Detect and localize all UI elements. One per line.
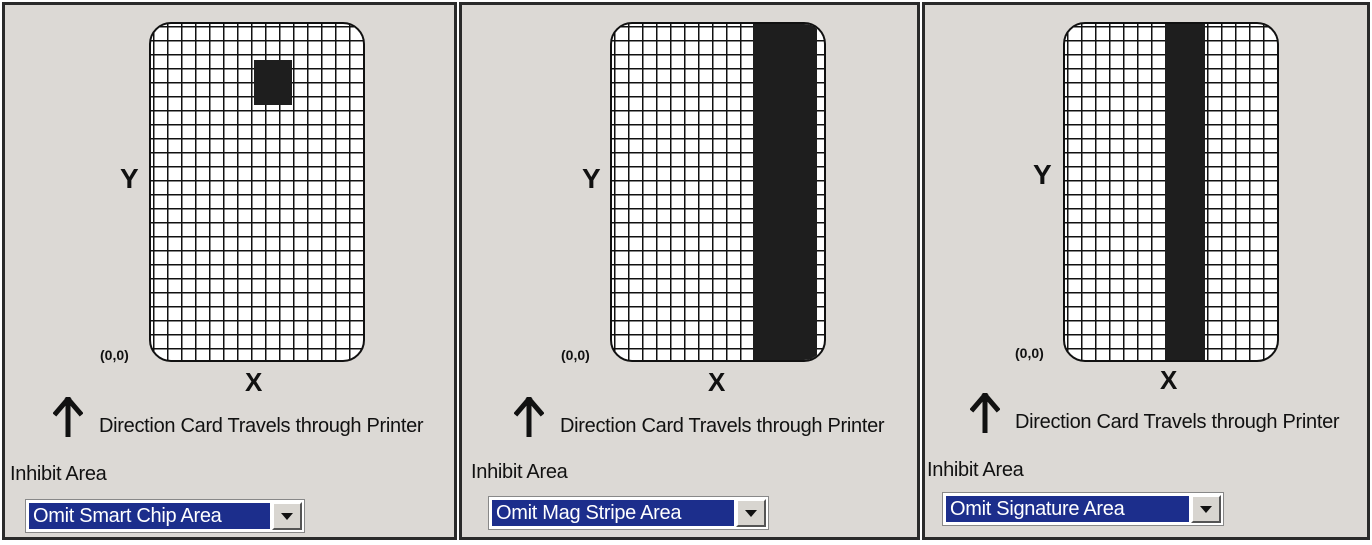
dropdown-arrow-icon — [745, 509, 757, 517]
origin-label: (0,0) — [1015, 345, 1044, 361]
dropdown-button[interactable] — [272, 502, 302, 530]
y-axis-label: Y — [1033, 159, 1052, 190]
dropdown-arrow-icon — [1200, 505, 1212, 513]
inhibit-area-select[interactable]: Omit Smart Chip Area — [25, 499, 305, 533]
inhibit-area-selected-value: Omit Signature Area — [946, 496, 1189, 522]
smart-chip-inhibit-area — [254, 60, 292, 105]
dropdown-arrow-icon — [281, 512, 293, 520]
direction-text: Direction Card Travels through Printer — [560, 415, 885, 437]
x-axis-label: X — [1160, 365, 1178, 395]
inhibit-panel-smart-chip: Y X (0,0) Direction Card Travels through… — [2, 2, 457, 540]
up-arrow-icon — [514, 397, 544, 437]
inhibit-area-label: Inhibit Area — [10, 463, 107, 485]
inhibit-area-select[interactable]: Omit Signature Area — [942, 492, 1224, 526]
signature-inhibit-area — [1165, 24, 1205, 360]
inhibit-area-selected-value: Omit Smart Chip Area — [29, 503, 270, 529]
inhibit-area-label: Inhibit Area — [927, 459, 1024, 481]
card-grid-preview — [1063, 22, 1279, 362]
card-grid-preview — [610, 22, 826, 362]
y-axis-label: Y — [582, 163, 601, 194]
x-axis-label: X — [708, 367, 726, 397]
inhibit-area-selected-value: Omit Mag Stripe Area — [492, 500, 734, 526]
direction-text: Direction Card Travels through Printer — [99, 415, 424, 437]
up-arrow-icon — [970, 393, 1000, 433]
card-grid-preview — [149, 22, 365, 362]
x-axis-label: X — [245, 367, 263, 397]
inhibit-panel-signature: Y X (0,0) Direction Card Travels through… — [922, 2, 1370, 540]
inhibit-panel-mag-stripe: Y X (0,0) Direction Card Travels through… — [459, 2, 920, 540]
origin-label: (0,0) — [100, 347, 129, 363]
inhibit-area-select[interactable]: Omit Mag Stripe Area — [488, 496, 769, 530]
dropdown-button[interactable] — [1191, 495, 1221, 523]
inhibit-area-label: Inhibit Area — [471, 461, 568, 483]
up-arrow-icon — [53, 397, 83, 437]
origin-label: (0,0) — [561, 347, 590, 363]
y-axis-label: Y — [120, 163, 139, 194]
dropdown-button[interactable] — [736, 499, 766, 527]
direction-text: Direction Card Travels through Printer — [1015, 411, 1340, 433]
mag-stripe-inhibit-area — [753, 24, 817, 360]
